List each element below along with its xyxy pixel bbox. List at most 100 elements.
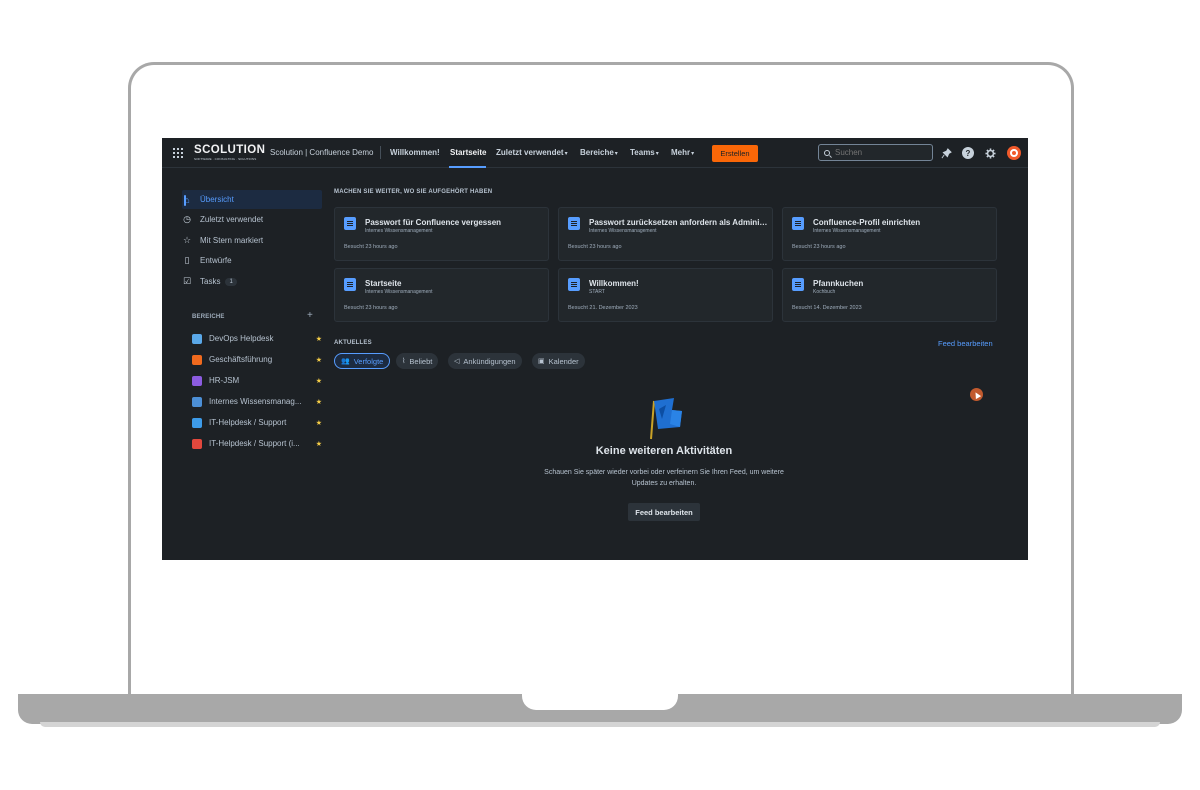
space-label: IT-Helpdesk / Support (i... (209, 439, 300, 448)
apps-grid-icon[interactable] (173, 148, 183, 158)
space-item[interactable]: Geschäftsführung ★ (182, 350, 322, 369)
card-visited: Besucht 23 hours ago (792, 244, 846, 250)
active-indicator (184, 195, 186, 206)
nav-item-startseite[interactable]: Startseite (450, 148, 486, 157)
sidebar-item-label: Zuletzt verwendet (200, 215, 264, 224)
star-icon[interactable]: ★ (316, 377, 322, 385)
plus-icon[interactable]: + (307, 310, 313, 321)
laptop-base-shadow (40, 722, 1160, 727)
help-icon[interactable]: ? (962, 147, 974, 159)
card-visited: Besucht 21. Dezember 2023 (568, 305, 638, 311)
nav-divider (380, 146, 381, 159)
star-outline-icon: ☆ (182, 235, 192, 245)
space-item[interactable]: IT-Helpdesk / Support ★ (182, 413, 322, 432)
feed-edit-link[interactable]: Feed bearbeiten (938, 339, 993, 348)
space-item[interactable]: Internes Wissensmanag... ★ (182, 392, 322, 411)
space-label: HR-JSM (209, 376, 240, 385)
top-navigation: SCOLUTION SOFTWARE · CONSULTING · SOLUTI… (162, 138, 1028, 168)
active-nav-underline (449, 166, 486, 168)
recent-page-card[interactable]: Willkommen! START Besucht 21. Dezember 2… (558, 268, 773, 322)
space-avatar (192, 375, 202, 386)
page-icon (344, 217, 356, 230)
card-title: Passwort zurücksetzen anfordern als Admi… (589, 218, 769, 227)
tab-ankuendigungen[interactable]: ◁ Ankündigungen (448, 353, 522, 369)
tab-kalender[interactable]: ▣ Kalender (532, 353, 585, 369)
cursor-icon (970, 388, 983, 401)
notifications-icon[interactable] (940, 147, 952, 159)
sidebar-item-label: Tasks (200, 277, 221, 286)
sidebar-item-label: Mit Stern markiert (200, 236, 264, 245)
nav-item-zuletzt-verwendet[interactable]: Zuletzt verwendet▾ (496, 148, 568, 157)
recent-page-card[interactable]: Passwort zurücksetzen anfordern als Admi… (558, 207, 773, 261)
space-item[interactable]: HR-JSM ★ (182, 371, 322, 390)
star-icon[interactable]: ★ (316, 335, 322, 343)
card-space: Kochbuch (813, 289, 836, 295)
empty-state-description: Schauen Sie später wieder vorbei oder ve… (544, 469, 784, 487)
tab-label: Ankündigungen (463, 356, 516, 366)
nav-item-mehr[interactable]: Mehr▾ (671, 148, 694, 157)
tab-verfolgte[interactable]: 👥 Verfolgte (334, 353, 391, 369)
chevron-down-icon: ▾ (655, 151, 659, 157)
page-icon (792, 278, 804, 291)
sidebar-item-label: Übersicht (200, 195, 234, 204)
megaphone-icon: ◁ (454, 358, 460, 365)
card-title: Willkommen! (589, 279, 639, 288)
sidebar-item-entwuerfe[interactable]: ▯ Entwürfe (182, 251, 322, 270)
card-space: Internes Wissensmanagement (365, 289, 433, 295)
space-item[interactable]: IT-Helpdesk / Support (i... ★ (182, 434, 322, 453)
space-label: DevOps Helpdesk (209, 334, 274, 343)
tab-beliebt[interactable]: ⌇ Beliebt (396, 353, 439, 369)
search-icon (824, 149, 830, 156)
sidebar-item-mit-stern-markiert[interactable]: ☆ Mit Stern markiert (182, 231, 322, 250)
confluence-screen: SCOLUTION SOFTWARE · CONSULTING · SOLUTI… (162, 138, 1028, 560)
star-icon[interactable]: ★ (316, 356, 322, 364)
sidebar-item-label: Entwürfe (200, 256, 232, 265)
space-avatar (192, 333, 202, 344)
site-name[interactable]: Scolution | Confluence Demo (270, 148, 373, 157)
recent-page-card[interactable]: Confluence-Profil einrichten Internes Wi… (782, 207, 997, 261)
spaces-section-label: BEREICHE (192, 314, 225, 320)
space-item[interactable]: DevOps Helpdesk ★ (182, 329, 322, 348)
activity-section-label: AKTUELLES (334, 340, 372, 346)
recent-page-card[interactable]: Pfannkuchen Kochbuch Besucht 14. Dezembe… (782, 268, 997, 322)
chevron-down-icon: ▾ (564, 151, 568, 157)
settings-icon[interactable] (984, 147, 996, 159)
sidebar-item-uebersicht[interactable]: ⌂ Übersicht (182, 190, 322, 209)
card-space: Internes Wissensmanagement (813, 228, 881, 234)
people-icon: 👥 (341, 358, 350, 365)
recent-page-card[interactable]: Startseite Internes Wissensmanagement Be… (334, 268, 549, 322)
logo-tagline: SOFTWARE · CONSULTING · SOLUTIONS (194, 157, 257, 161)
create-button[interactable]: Erstellen (712, 145, 758, 162)
search-input[interactable] (835, 148, 925, 157)
logo[interactable]: SCOLUTION SOFTWARE · CONSULTING · SOLUTI… (194, 144, 266, 161)
clock-icon: ◷ (183, 214, 191, 224)
sidebar-item-zuletzt-verwendet[interactable]: ◷ Zuletzt verwendet (182, 210, 322, 229)
space-label: Internes Wissensmanag... (209, 397, 302, 406)
recent-page-card[interactable]: Passwort für Confluence vergessen Intern… (334, 207, 549, 261)
logo-text: SCOLUTION (194, 144, 266, 156)
card-title: Pfannkuchen (813, 279, 864, 288)
star-icon[interactable]: ★ (316, 398, 322, 406)
space-avatar (192, 396, 202, 407)
chevron-down-icon: ▾ (614, 151, 618, 157)
nav-item-label: Teams (630, 148, 655, 157)
feed-edit-button[interactable]: Feed bearbeiten (628, 503, 700, 521)
card-visited: Besucht 23 hours ago (568, 244, 622, 250)
tab-label: Beliebt (409, 356, 433, 366)
search-box[interactable] (818, 144, 933, 161)
laptop-notch (522, 694, 678, 710)
nav-item-willkommen[interactable]: Willkommen! (390, 148, 440, 157)
star-icon[interactable]: ★ (316, 419, 322, 427)
card-space: Internes Wissensmanagement (365, 228, 433, 234)
star-icon[interactable]: ★ (316, 440, 322, 448)
card-title: Passwort für Confluence vergessen (365, 218, 502, 227)
nav-item-label: Bereiche (580, 148, 614, 157)
space-label: IT-Helpdesk / Support (209, 418, 287, 427)
flag-icon (648, 397, 688, 441)
nav-item-bereiche[interactable]: Bereiche▾ (580, 148, 618, 157)
chart-icon: ⌇ (402, 358, 406, 365)
sidebar-item-tasks[interactable]: ☑ Tasks 1 (182, 272, 322, 291)
avatar[interactable] (1007, 146, 1021, 160)
card-title: Startseite (365, 279, 402, 288)
nav-item-teams[interactable]: Teams▾ (630, 148, 659, 157)
